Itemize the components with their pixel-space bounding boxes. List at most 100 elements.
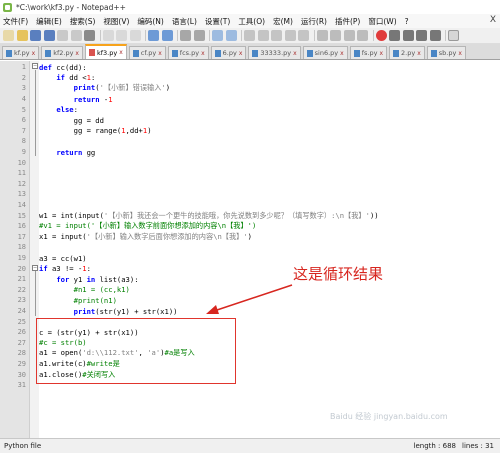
- save-all-icon[interactable]: [43, 30, 55, 41]
- tab-close-icon[interactable]: x: [379, 50, 383, 57]
- close-all-icon[interactable]: [70, 30, 82, 41]
- lines-indicator: lines : 31: [462, 442, 494, 450]
- sync-v-icon[interactable]: [244, 30, 255, 41]
- tab-2[interactable]: 2.py x: [389, 46, 425, 59]
- tab-33333[interactable]: 33333.py x: [248, 46, 301, 59]
- cut-icon[interactable]: [102, 30, 114, 41]
- close-document-button[interactable]: X: [490, 15, 496, 25]
- code-line[interactable]: gg = dd: [39, 115, 104, 126]
- save-macro-icon[interactable]: [429, 30, 441, 41]
- monitor-icon[interactable]: [357, 30, 368, 41]
- code-editor[interactable]: 1 2 3 4 5 6 7 8 9 10 11 12 13 14 15 16 17 18 19 20 21 22 23 24 2…: [0, 61, 500, 438]
- code-line[interactable]: def cc(dd):: [39, 62, 87, 73]
- tab-close-icon[interactable]: x: [75, 50, 79, 57]
- menu-edit[interactable]: 编辑(E): [36, 16, 62, 27]
- show-all-chars-icon[interactable]: [284, 30, 296, 41]
- menu-file[interactable]: 文件(F): [3, 16, 28, 27]
- tab-kf3[interactable]: kf3.py x: [84, 44, 127, 59]
- tab-close-icon[interactable]: x: [32, 50, 36, 57]
- code-line[interactable]: else:: [39, 104, 78, 115]
- open-file-icon[interactable]: [16, 30, 28, 41]
- record-macro-icon[interactable]: [375, 30, 387, 41]
- line-number-text: 26: [17, 328, 26, 337]
- menu-window[interactable]: 窗口(W): [368, 16, 396, 27]
- fold-toggle-icon[interactable]: −: [32, 264, 38, 271]
- wrap-icon[interactable]: [271, 30, 282, 41]
- code-line[interactable]: a3 = cc(w1): [39, 253, 87, 264]
- line-number-text: 31: [17, 381, 26, 390]
- find-icon[interactable]: [180, 30, 191, 41]
- indent-guide-icon[interactable]: [298, 30, 309, 41]
- tab-close-icon[interactable]: x: [458, 50, 462, 57]
- new-file-icon[interactable]: [3, 30, 14, 41]
- save-icon[interactable]: [30, 30, 41, 41]
- tab-sin6[interactable]: sin6.py x: [302, 46, 348, 59]
- stop-macro-icon[interactable]: [389, 30, 400, 41]
- menu-help[interactable]: ?: [405, 17, 409, 26]
- toolbar-separator: [209, 30, 210, 41]
- code-line[interactable]: #print(n1): [39, 295, 117, 306]
- menu-settings[interactable]: 设置(T): [205, 16, 230, 27]
- tab-close-icon[interactable]: x: [201, 50, 205, 57]
- play-macro-icon[interactable]: [402, 30, 414, 41]
- code-line[interactable]: gg = range(1,dd+1): [39, 126, 152, 137]
- menu-plugins[interactable]: 插件(P): [335, 16, 360, 27]
- close-icon[interactable]: [57, 30, 68, 41]
- copy-icon[interactable]: [116, 30, 127, 41]
- doc-map-icon[interactable]: [316, 30, 328, 41]
- code-line[interactable]: return gg: [39, 147, 95, 158]
- tab-kf[interactable]: kf.py x: [2, 46, 40, 59]
- tab-close-icon[interactable]: x: [340, 50, 344, 57]
- tab-fs[interactable]: fs.py x: [349, 46, 388, 59]
- play-multiple-icon[interactable]: [416, 30, 427, 41]
- menu-view[interactable]: 视图(V): [103, 16, 129, 27]
- tab-close-icon[interactable]: x: [119, 49, 123, 56]
- tab-cf[interactable]: cf.py x: [128, 46, 166, 59]
- zoom-in-icon[interactable]: [212, 30, 223, 41]
- sync-h-icon[interactable]: [257, 30, 269, 41]
- code-line[interactable]: #n1 = (cc,k1): [39, 285, 130, 296]
- replace-icon[interactable]: [193, 30, 205, 41]
- line-number-text: 14: [17, 201, 26, 210]
- tab-fcs[interactable]: fcs.py x: [167, 46, 209, 59]
- code-line-text: gg = dd: [39, 115, 104, 125]
- code-line[interactable]: w1 = int(input('【小新】我还会一个更牛的技能哦，你先说数到多少呢…: [39, 210, 379, 221]
- print-icon[interactable]: [84, 30, 95, 41]
- line-number-text: 12: [17, 179, 26, 188]
- code-line[interactable]: return -1: [39, 94, 113, 105]
- code-line[interactable]: if dd <1:: [39, 73, 95, 84]
- spellcheck-icon[interactable]: [448, 30, 459, 41]
- undo-icon[interactable]: [148, 30, 159, 41]
- folder-workspace-icon[interactable]: [343, 30, 355, 41]
- paste-icon[interactable]: [129, 30, 141, 41]
- file-icon: [430, 49, 437, 57]
- code-line-text: return -1: [73, 94, 113, 104]
- code-line-text: #n1 = (cc,k1): [73, 285, 130, 295]
- tab-label: kf2.py: [53, 49, 74, 57]
- menu-language[interactable]: 语言(L): [172, 16, 197, 27]
- tab-6[interactable]: 6.py x: [210, 46, 247, 59]
- zoom-out-icon[interactable]: [225, 30, 237, 41]
- tab-close-icon[interactable]: x: [158, 50, 162, 57]
- menu-macro[interactable]: 宏(M): [273, 16, 293, 27]
- tab-sb[interactable]: sb.py x: [426, 46, 466, 59]
- code-line[interactable]: #v1 = input('【小新】输入数字前面你想添加的内容\n【我】'): [39, 221, 256, 232]
- tab-kf2[interactable]: kf2.py x: [41, 46, 83, 59]
- tab-close-icon[interactable]: x: [417, 50, 421, 57]
- code-line[interactable]: x1 = input('【小新】输入数字后面你想添加的内容\n【我】'): [39, 232, 252, 243]
- code-line[interactable]: if a3 != -1:: [39, 263, 91, 274]
- code-line[interactable]: for y1 in list(a3):: [39, 274, 138, 285]
- menu-search[interactable]: 搜索(S): [70, 16, 96, 27]
- redo-icon[interactable]: [161, 30, 173, 41]
- code-line[interactable]: print(str(y1) + str(x1)): [39, 306, 178, 317]
- tab-close-icon[interactable]: x: [239, 50, 243, 57]
- menu-run[interactable]: 运行(R): [301, 16, 327, 27]
- function-list-icon[interactable]: [330, 30, 341, 41]
- menu-tools[interactable]: 工具(O): [238, 16, 265, 27]
- menu-encoding[interactable]: 编码(N): [137, 16, 163, 27]
- tab-close-icon[interactable]: x: [293, 50, 297, 57]
- code-line[interactable]: print('【小新】错误输入'): [39, 83, 170, 94]
- fold-toggle-icon[interactable]: −: [32, 63, 38, 69]
- line-number-text: 5: [21, 105, 26, 114]
- code-line-text: #print(n1): [73, 295, 117, 305]
